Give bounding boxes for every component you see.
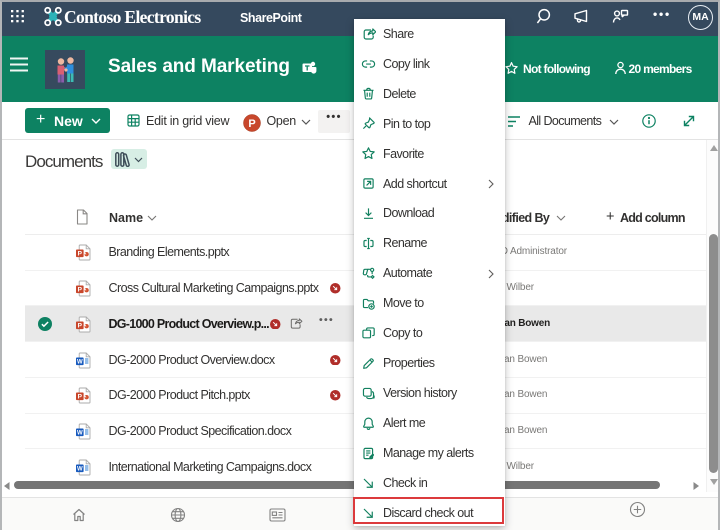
svg-text:P: P [78,322,83,329]
svg-text:P: P [248,118,255,130]
svg-text:W: W [77,359,83,365]
svg-text:W: W [77,466,83,472]
svg-text:W: W [77,430,83,436]
svg-text:P: P [78,287,83,294]
svg-text:P: P [78,394,83,401]
svg-text:P: P [78,251,83,258]
